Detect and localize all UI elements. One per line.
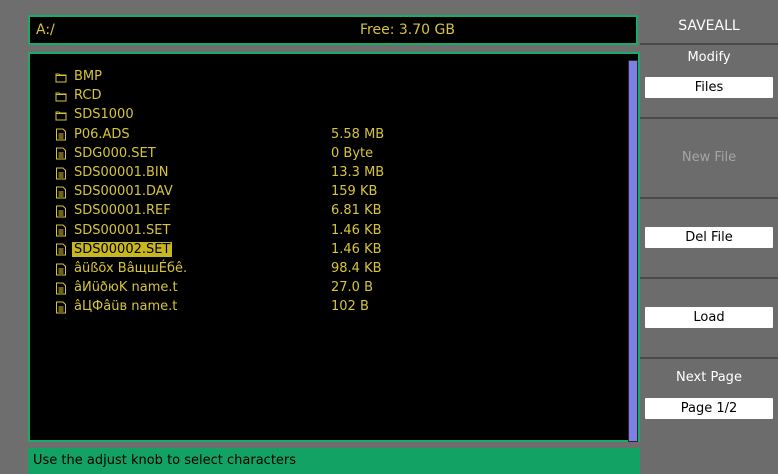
file-icon bbox=[54, 165, 68, 181]
file-row[interactable]: SDS00001.SET 1.46 KB bbox=[30, 222, 590, 241]
next-page-button[interactable]: Page 1/2 bbox=[645, 398, 773, 419]
file-name: BMP bbox=[74, 69, 102, 84]
current-path: A:/ bbox=[36, 22, 55, 38]
file-icon bbox=[54, 127, 68, 143]
menu-divider bbox=[640, 117, 778, 119]
file-list[interactable]: BMP RCD SDS1000 P06.ADS 5.58 MB SDG000.SET 0 B… bbox=[28, 52, 640, 442]
folder-icon bbox=[54, 88, 68, 104]
file-name: SDS00001.REF bbox=[74, 203, 171, 219]
file-icon bbox=[54, 184, 68, 200]
file-name: SDS00002.SET bbox=[72, 241, 173, 257]
side-menu: SAVEALL Modify Files New File Del File L… bbox=[640, 0, 778, 474]
path-bar: A:/ Free: 3.70 GB bbox=[28, 15, 638, 45]
file-icon bbox=[54, 203, 68, 219]
menu-divider bbox=[640, 357, 778, 359]
load-button[interactable]: Load bbox=[645, 307, 773, 328]
status-bar: Use the adjust knob to select characters bbox=[28, 448, 640, 474]
folder-icon bbox=[54, 69, 68, 85]
file-name: âЦФâüв name.t bbox=[74, 299, 178, 315]
file-icon bbox=[54, 242, 68, 258]
status-text: Use the adjust knob to select characters bbox=[33, 453, 297, 468]
file-icon bbox=[54, 299, 68, 315]
del-file-button[interactable]: Del File bbox=[645, 227, 773, 248]
file-size: 102 B bbox=[331, 299, 369, 315]
file-name: SDS00001.SET bbox=[74, 222, 171, 238]
file-name: SDS00001.BIN bbox=[74, 165, 169, 180]
file-icon bbox=[54, 280, 68, 296]
file-icon bbox=[54, 223, 68, 239]
file-row[interactable]: SDS00001.BIN 13.3 MB bbox=[30, 164, 590, 183]
file-size: 98.4 KB bbox=[331, 261, 382, 276]
file-icon bbox=[54, 146, 68, 162]
file-name: SDS00001.DAV bbox=[74, 184, 173, 200]
free-space: Free: 3.70 GB bbox=[360, 22, 455, 38]
file-row[interactable]: âЦФâüв name.t 102 B bbox=[30, 298, 590, 317]
file-row[interactable]: âüßõx BâщшÉбê. 98.4 KB bbox=[30, 260, 590, 279]
file-size: 1.46 KB bbox=[331, 241, 382, 257]
modify-files-button[interactable]: Files bbox=[645, 77, 773, 98]
oscilloscope-screen: A:/ Free: 3.70 GB BMP RCD SDS1000 P06.ADS 5.… bbox=[0, 0, 778, 474]
file-size: 1.46 KB bbox=[331, 222, 382, 238]
file-name: âüßõx BâщшÉбê. bbox=[74, 261, 188, 276]
file-size: 0 Byte bbox=[331, 145, 374, 161]
file-name: RCD bbox=[74, 88, 102, 104]
scrollbar[interactable] bbox=[628, 60, 638, 442]
folder-row[interactable]: RCD bbox=[30, 87, 590, 106]
file-name: SDG000.SET bbox=[74, 145, 156, 161]
file-row[interactable]: âИüðюK name.t 27.0 B bbox=[30, 279, 590, 298]
file-size: 13.3 MB bbox=[331, 165, 385, 180]
next-page-label[interactable]: Next Page bbox=[640, 368, 778, 388]
file-size: 6.81 KB bbox=[331, 203, 382, 219]
file-row[interactable]: SDS00001.DAV 159 KB bbox=[30, 183, 590, 202]
folder-row[interactable]: SDS1000 bbox=[30, 106, 590, 125]
file-size: 159 KB bbox=[331, 184, 378, 200]
menu-divider bbox=[640, 43, 778, 45]
file-row[interactable]: SDG000.SET 0 Byte bbox=[30, 145, 590, 164]
menu-title: SAVEALL bbox=[678, 18, 740, 34]
menu-divider bbox=[640, 197, 778, 199]
new-file-button[interactable]: New File bbox=[640, 148, 778, 168]
folder-icon bbox=[54, 107, 68, 123]
menu-divider bbox=[640, 277, 778, 279]
file-row[interactable]: P06.ADS 5.58 MB bbox=[30, 126, 590, 145]
file-name: âИüðюK name.t bbox=[74, 280, 178, 296]
file-name: P06.ADS bbox=[74, 126, 130, 142]
folder-row[interactable]: BMP bbox=[30, 68, 590, 87]
file-name: SDS1000 bbox=[74, 107, 134, 123]
file-size: 27.0 B bbox=[331, 280, 373, 296]
file-icon bbox=[54, 261, 68, 277]
file-size: 5.58 MB bbox=[331, 126, 385, 142]
modify-label: Modify bbox=[687, 50, 731, 65]
file-row[interactable]: SDS00001.REF 6.81 KB bbox=[30, 202, 590, 221]
file-row[interactable]: SDS00002.SET 1.46 KB bbox=[30, 241, 590, 260]
